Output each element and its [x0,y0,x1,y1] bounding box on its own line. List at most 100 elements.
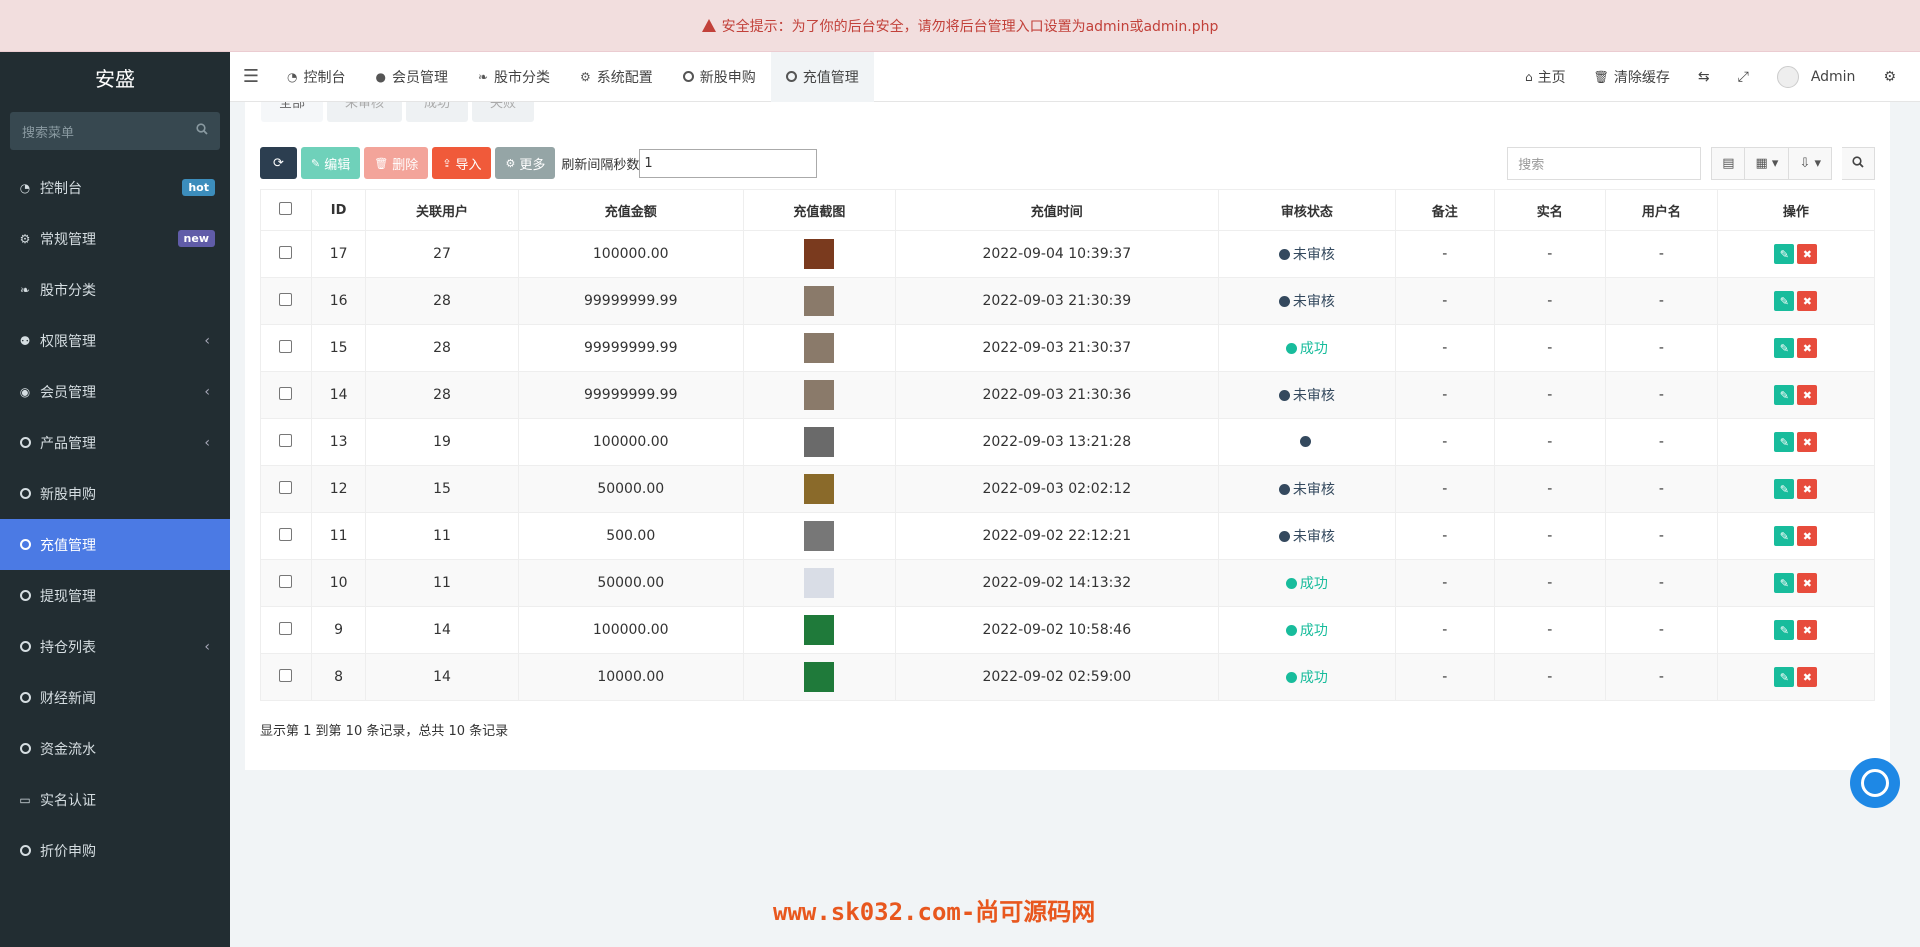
edit-row-button[interactable]: ✎ [1774,479,1795,499]
recharge-screenshot-thumbnail[interactable] [804,615,835,645]
sidebar-item[interactable]: 持仓列表 ‹ [0,621,230,672]
nav-tab[interactable]: 充值管理 [770,51,874,102]
nav-tab[interactable]: ⚙ 系统配置 [565,52,668,102]
edit-row-button[interactable]: ✎ [1774,291,1795,311]
delete-row-button[interactable]: ✖ [1797,573,1818,593]
filter-tab[interactable]: 失败 [472,102,535,122]
sidebar-item[interactable]: 折价申购 [0,825,230,876]
column-header[interactable]: ID [310,189,367,231]
filter-tab[interactable]: 成功 [406,102,469,122]
recharge-screenshot-thumbnail[interactable] [804,474,835,504]
delete-row-button[interactable]: ✖ [1797,291,1818,311]
sidebar-item[interactable]: 资金流水 [0,723,230,774]
recharge-screenshot-thumbnail[interactable] [804,380,835,410]
delete-row-button[interactable]: ✖ [1797,667,1818,687]
sidebar-item[interactable]: ◔ 控制台 hot [0,162,230,213]
sidebar-item[interactable]: ⚙ 常规管理 new [0,213,230,264]
column-header[interactable]: 充值截图 [742,189,897,231]
row-checkbox[interactable] [279,527,293,541]
edit-row-button[interactable]: ✎ [1774,526,1795,546]
column-header[interactable]: 关联用户 [365,189,519,231]
menu-toggle-icon[interactable]: ☰ [230,52,272,102]
column-header[interactable]: 操作 [1716,189,1876,231]
toggle-view-button[interactable]: ▤ [1711,147,1746,180]
column-header[interactable]: 充值金额 [517,189,744,231]
export-button[interactable]: ⇩ ▾ [1789,147,1832,180]
edit-row-button[interactable]: ✎ [1774,432,1795,452]
delete-button[interactable]: 🗑 删除 [364,147,429,179]
recharge-screenshot-thumbnail[interactable] [804,286,835,316]
row-checkbox[interactable] [279,621,293,635]
chat-button[interactable] [1850,758,1900,808]
column-header[interactable]: 实名 [1493,189,1607,231]
sidebar-item-label: 权限管理 [40,333,96,350]
delete-row-button[interactable]: ✖ [1797,244,1818,264]
sidebar-item[interactable]: ◉ 会员管理 ‹ [0,366,230,417]
import-button[interactable]: ⇪ 导入 [432,147,492,179]
row-checkbox[interactable] [279,339,293,353]
column-header[interactable]: 备注 [1395,189,1495,231]
delete-row-button[interactable]: ✖ [1797,385,1818,405]
sidebar-item[interactable]: 新股申购 [0,468,230,519]
nav-tab[interactable]: ◔ 控制台 [272,52,360,102]
nav-tab[interactable]: 新股申购 [668,52,771,102]
settings-icon[interactable]: ⚙ [1869,69,1910,85]
sidebar-item[interactable]: 提现管理 [0,570,230,621]
sidebar-item[interactable]: 财经新闻 [0,672,230,723]
sidebar-item[interactable]: 充值管理 [0,519,230,570]
row-checkbox[interactable] [279,433,293,447]
column-header[interactable]: 充值时间 [895,189,1219,231]
recharge-screenshot-thumbnail[interactable] [804,239,835,269]
column-header[interactable]: 用户名 [1605,189,1718,231]
translate-icon[interactable]: ⇆ [1684,69,1724,85]
recharge-screenshot-thumbnail[interactable] [804,568,835,598]
sidebar-item[interactable]: ❧ 股市分类 [0,264,230,315]
menu-search-input[interactable]: 搜索菜单 [10,112,220,150]
nav-tab[interactable]: ❧ 股市分类 [463,52,565,102]
recharge-screenshot-thumbnail[interactable] [804,427,835,457]
select-all-checkbox[interactable] [279,201,293,215]
row-actions: ✎ ✖ [1774,432,1818,452]
columns-button[interactable]: ▦ ▾ [1745,147,1790,180]
user-menu[interactable]: Admin [1763,65,1870,88]
search-icon[interactable] [196,123,208,139]
nav-tab[interactable]: ● 会员管理 [360,52,462,102]
edit-row-button[interactable]: ✎ [1774,667,1795,687]
edit-row-button[interactable]: ✎ [1774,338,1795,358]
row-checkbox[interactable] [279,574,293,588]
edit-row-button[interactable]: ✎ [1774,385,1795,405]
recharge-screenshot-thumbnail[interactable] [804,662,835,692]
delete-row-button[interactable]: ✖ [1797,479,1818,499]
search-button[interactable] [1842,147,1875,180]
recharge-screenshot-thumbnail[interactable] [804,521,835,551]
column-header[interactable]: 审核状态 [1217,189,1397,231]
delete-row-button[interactable]: ✖ [1797,526,1818,546]
row-checkbox[interactable] [279,386,293,400]
row-checkbox[interactable] [279,245,293,259]
row-checkbox[interactable] [279,668,293,682]
filter-tab[interactable]: 未审核 [327,102,403,122]
filter-tab[interactable]: 全部 [261,102,324,122]
fullscreen-icon[interactable]: ⤢ [1724,69,1763,85]
clear-cache-button[interactable]: 🗑 清除缓存 [1580,67,1684,87]
delete-row-button[interactable]: ✖ [1797,620,1818,640]
edit-row-button[interactable]: ✎ [1774,244,1795,264]
edit-row-button[interactable]: ✎ [1774,573,1795,593]
refresh-button[interactable]: ⟳ [260,147,297,179]
delete-row-button[interactable]: ✖ [1797,432,1818,452]
row-checkbox[interactable] [279,480,293,494]
sidebar-item[interactable]: ▭ 实名认证 [0,774,230,825]
more-button[interactable]: ⚙ 更多 [495,147,556,179]
logo[interactable]: 安盛 [0,52,230,102]
sidebar-item[interactable]: ⚉ 权限管理 ‹ [0,315,230,366]
refresh-interval-input[interactable]: 1 [639,148,818,178]
recharge-screenshot-thumbnail[interactable] [804,333,835,363]
cell-id: 10 [310,559,367,607]
row-checkbox[interactable] [279,292,293,306]
table-search-input[interactable]: 搜索 [1507,147,1702,180]
edit-row-button[interactable]: ✎ [1774,620,1795,640]
edit-button[interactable]: ✎ 编辑 [301,147,361,179]
sidebar-item[interactable]: 产品管理 ‹ [0,417,230,468]
home-link[interactable]: ⌂ 主页 [1511,67,1580,87]
delete-row-button[interactable]: ✖ [1797,338,1818,358]
